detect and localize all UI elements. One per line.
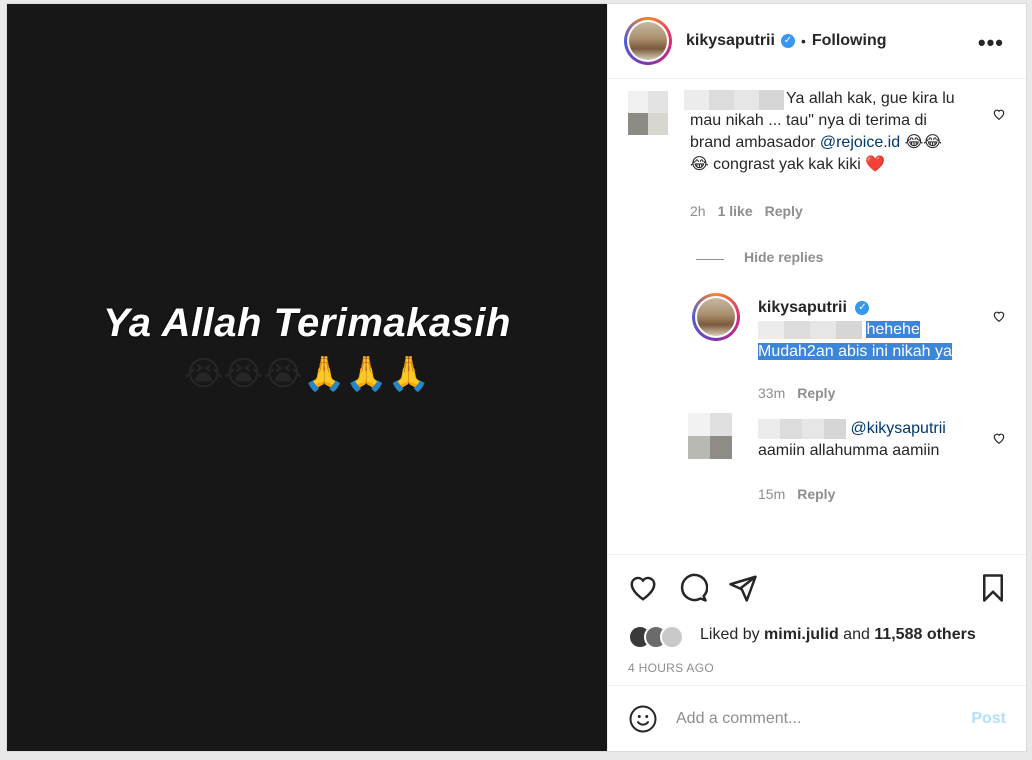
comment-time: 2h [690, 203, 706, 219]
liked-by-avatars[interactable] [628, 625, 684, 649]
comment-likes-count[interactable]: 1 like [718, 203, 753, 219]
comment-bubble-icon[interactable] [678, 573, 708, 603]
comment-input[interactable] [676, 709, 972, 728]
comment-reply-button[interactable]: Reply [765, 203, 803, 219]
comment-text: Ya allah kak, gue kira lu [786, 90, 955, 107]
post-comment-button[interactable]: Post [971, 710, 1006, 728]
comment-meta: 2h 1 like Reply [690, 203, 803, 219]
comments-list[interactable]: Ya allah kak, gue kira lu mau nikah ... … [608, 79, 1026, 555]
liked-by-user-link[interactable]: mimi.julid [764, 626, 839, 643]
commenter-avatar[interactable] [628, 91, 668, 135]
reply-username-line: kikysaputrii ✓ [758, 297, 870, 319]
reply-2-username-blurred[interactable] [758, 418, 846, 439]
add-comment-bar: Post [608, 685, 1026, 751]
reply-author-avatar[interactable] [692, 293, 740, 341]
media-emojis: 😭😭😭🙏🙏🙏 [183, 354, 431, 394]
reply-username[interactable]: kikysaputrii [758, 299, 847, 316]
reply-commenter-avatar[interactable] [688, 413, 732, 459]
reply-2-text: @kikysaputrii aamiin allahumma aamiin [758, 418, 946, 459]
reply-time: 33m [758, 385, 786, 401]
post-timestamp[interactable]: 4 HOURS AGO [628, 661, 714, 675]
likes-others-link[interactable]: 11,588 others [874, 626, 975, 643]
verified-badge-icon: ✓ [780, 34, 795, 48]
reply-2-like-heart-icon[interactable] [992, 431, 1006, 445]
share-paper-plane-icon[interactable] [728, 573, 758, 603]
liker-avatar [660, 625, 684, 649]
emoji-picker-icon[interactable] [628, 704, 658, 734]
media-caption-text: Ya Allah Terimakasih [103, 301, 511, 345]
header-separator: • [800, 33, 806, 49]
reply-2-reply-button[interactable]: Reply [797, 486, 835, 502]
comment-text-cont: mau nikah ... tau" nya di terima di bran… [690, 112, 942, 173]
hide-replies-line [696, 259, 724, 260]
reply-text: hehehe Mudah2an abis ini nikah ya [758, 320, 952, 360]
reply-2-time: 15m [758, 486, 786, 502]
post-side-panel: kikysaputrii ✓ • Following ••• Ya allah … [607, 4, 1026, 751]
following-button[interactable]: Following [812, 32, 887, 50]
post-actions [608, 555, 1026, 625]
reply-meta: 33m Reply [758, 385, 835, 401]
reply-2-meta: 15m Reply [758, 486, 835, 502]
reply-2-mention-link[interactable]: @kikysaputrii [850, 420, 945, 437]
post-modal: Ya Allah Terimakasih 😭😭😭🙏🙏🙏 kikysaputrii… [6, 3, 1027, 752]
save-bookmark-icon[interactable] [978, 573, 1008, 603]
reply-mention-blurred[interactable] [758, 320, 862, 339]
liked-by-text: Liked by mimi.julid and 11,588 others [700, 626, 976, 643]
commenter-username-blurred[interactable] [684, 90, 784, 110]
comment-mention-link[interactable]: @rejoice.id [820, 134, 900, 151]
reply-like-heart-icon[interactable] [992, 309, 1006, 323]
more-options-icon[interactable]: ••• [978, 30, 1004, 56]
reply-reply-button[interactable]: Reply [797, 385, 835, 401]
like-heart-icon[interactable] [628, 573, 658, 603]
verified-badge-icon: ✓ [855, 300, 870, 315]
author-avatar[interactable] [624, 17, 672, 65]
author-username[interactable]: kikysaputrii [686, 32, 775, 50]
post-header: kikysaputrii ✓ • Following ••• [608, 4, 1026, 79]
post-media[interactable]: Ya Allah Terimakasih 😭😭😭🙏🙏🙏 [7, 4, 607, 751]
hide-replies-button[interactable]: Hide replies [744, 249, 823, 265]
likes-section: Liked by mimi.julid and 11,588 others 4 … [608, 625, 1026, 685]
comment-like-heart-icon[interactable] [992, 107, 1006, 121]
